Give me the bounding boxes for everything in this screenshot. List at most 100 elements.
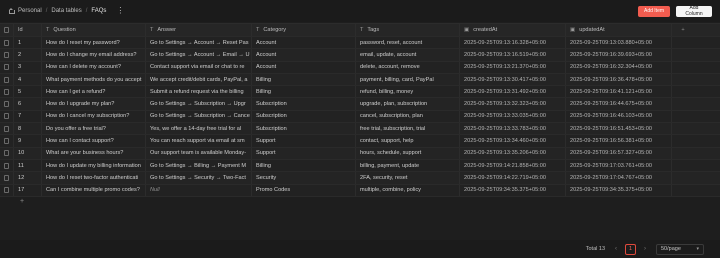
cell-updatedat[interactable]: 2025-09-25T09:16:32.304+05:00 bbox=[566, 61, 672, 73]
cell-createdat[interactable]: 2025-09-25T09:13:31.492+05:00 bbox=[460, 86, 566, 98]
cell-id[interactable]: 5 bbox=[14, 86, 42, 98]
cell-answer[interactable]: Our support team is available Monday- bbox=[146, 147, 252, 159]
cell-createdat[interactable]: 2025-09-25T09:13:33.783+05:00 bbox=[460, 123, 566, 135]
column-header-question[interactable]: T Question bbox=[42, 24, 146, 36]
cell-tags[interactable]: contact, support, help bbox=[356, 135, 460, 147]
next-page-icon[interactable]: › bbox=[644, 246, 646, 252]
cell-category[interactable]: Account bbox=[252, 61, 356, 73]
cell-updatedat[interactable]: 2025-09-25T09:16:41.121+05:00 bbox=[566, 86, 672, 98]
cell-question[interactable]: What payment methods do you accept bbox=[42, 73, 146, 86]
cell-updatedat[interactable]: 2025-09-25T09:17:04.767+05:00 bbox=[566, 172, 672, 184]
cell-category[interactable]: Billing bbox=[252, 159, 356, 172]
cell-category[interactable]: Subscription bbox=[252, 123, 356, 135]
cell-tags[interactable]: free trial, subscription, trial bbox=[356, 123, 460, 135]
cell-tags[interactable]: 2FA, security, reset bbox=[356, 172, 460, 184]
cell-question[interactable]: How do I reset two-factor authenticati bbox=[42, 172, 146, 184]
cell-id[interactable]: 17 bbox=[14, 184, 42, 196]
row-checkbox[interactable] bbox=[4, 162, 9, 169]
cell-id[interactable]: 12 bbox=[14, 172, 42, 184]
cell-tags[interactable]: delete, account, remove bbox=[356, 61, 460, 73]
column-header-tags[interactable]: T Tags bbox=[356, 24, 460, 36]
cell-question[interactable]: How can I delete my account? bbox=[42, 61, 146, 73]
cell-question[interactable]: Can I combine multiple promo codes? bbox=[42, 184, 146, 196]
page-button-current[interactable]: 1 bbox=[625, 243, 636, 255]
cell-updatedat[interactable]: 2025-09-25T09:34:35.375+05:00 bbox=[566, 184, 672, 196]
cell-createdat[interactable]: 2025-09-25T09:13:33.035+05:00 bbox=[460, 110, 566, 123]
cell-createdat[interactable]: 2025-09-25T09:13:34.460+05:00 bbox=[460, 135, 566, 147]
cell-tags[interactable]: email, update, account bbox=[356, 49, 460, 61]
table-row[interactable]: 8 Do you offer a free trial? Yes, we offer… bbox=[0, 123, 720, 136]
cell-answer[interactable]: Go to Settings → Security → Two-Fact bbox=[146, 172, 252, 184]
cell-updatedat[interactable]: 2025-09-25T09:16:51.453+05:00 bbox=[566, 123, 672, 135]
table-row[interactable]: 7 How do I cancel my subscription? Go to S… bbox=[0, 110, 720, 124]
table-row[interactable]: 1 How do I reset my password? Go to Settin… bbox=[0, 37, 720, 50]
cell-question[interactable]: How do I cancel my subscription? bbox=[42, 110, 146, 123]
cell-answer[interactable]: We accept credit/debit cards, PayPal, a bbox=[146, 73, 252, 86]
cell-answer[interactable]: Go to Settings → Subscription → Cance bbox=[146, 110, 252, 123]
cell-updatedat[interactable]: 2025-09-25T09:16:57.327+05:00 bbox=[566, 147, 672, 159]
cell-tags[interactable]: cancel, subscription, plan bbox=[356, 110, 460, 123]
cell-tags[interactable]: hours, schedule, support bbox=[356, 147, 460, 159]
column-header-id[interactable]: Id bbox=[14, 24, 42, 36]
cell-id[interactable]: 11 bbox=[14, 159, 42, 172]
cell-tags[interactable]: password, reset, account bbox=[356, 37, 460, 49]
cell-question[interactable]: How can I get a refund? bbox=[42, 86, 146, 98]
cell-id[interactable]: 8 bbox=[14, 123, 42, 135]
cell-id[interactable]: 10 bbox=[14, 147, 42, 159]
table-row[interactable]: 12 How do I reset two-factor authenticati… bbox=[0, 172, 720, 185]
cell-category[interactable]: Account bbox=[252, 49, 356, 61]
row-checkbox[interactable] bbox=[4, 113, 9, 120]
column-header-category[interactable]: T Category bbox=[252, 24, 356, 36]
cell-id[interactable]: 3 bbox=[14, 61, 42, 73]
cell-category[interactable]: Account bbox=[252, 37, 356, 49]
cell-answer[interactable]: Go to Settings → Billing → Payment M bbox=[146, 159, 252, 172]
row-checkbox[interactable] bbox=[4, 174, 9, 181]
cell-updatedat[interactable]: 2025-09-25T09:16:44.675+05:00 bbox=[566, 98, 672, 110]
cell-question[interactable]: How do I change my email address? bbox=[42, 49, 146, 61]
select-all-checkbox[interactable] bbox=[4, 27, 9, 33]
cell-createdat[interactable]: 2025-09-25T09:14:21.858+05:00 bbox=[460, 159, 566, 172]
add-column-button[interactable]: Add Column bbox=[676, 5, 712, 17]
table-row[interactable]: 2 How do I change my email address? Go to … bbox=[0, 49, 720, 62]
cell-category[interactable]: Support bbox=[252, 147, 356, 159]
cell-answer[interactable]: You can reach support via email at sm bbox=[146, 135, 252, 147]
page-size-select[interactable]: 50/page ▾ bbox=[656, 243, 704, 255]
cell-answer[interactable]: Go to Settings → Subscription → Upgr bbox=[146, 98, 252, 110]
cell-id[interactable]: 4 bbox=[14, 73, 42, 86]
cell-createdat[interactable]: 2025-09-25T09:13:16.328+05:00 bbox=[460, 37, 566, 49]
add-row-plus-icon[interactable]: + bbox=[0, 196, 720, 207]
add-column-plus-icon[interactable]: + bbox=[672, 24, 694, 36]
table-row[interactable]: 10 What are your business hours? Our suppo… bbox=[0, 147, 720, 160]
cell-createdat[interactable]: 2025-09-25T09:13:21.370+05:00 bbox=[460, 61, 566, 73]
cell-tags[interactable]: payment, billing, card, PayPal bbox=[356, 73, 460, 86]
cell-createdat[interactable]: 2025-09-25T09:13:35.206+05:00 bbox=[460, 147, 566, 159]
cell-answer[interactable]: Null bbox=[146, 184, 252, 196]
cell-answer[interactable]: Yes, we offer a 14-day free trial for al bbox=[146, 123, 252, 135]
cell-category[interactable]: Security bbox=[252, 172, 356, 184]
cell-updatedat[interactable]: 2025-09-25T09:16:46.103+05:00 bbox=[566, 110, 672, 123]
cell-updatedat[interactable]: 2025-09-25T09:13:03.880+05:00 bbox=[566, 37, 672, 49]
table-row[interactable]: 17 Can I combine multiple promo codes? Nul… bbox=[0, 184, 720, 197]
breadcrumb-data-tables[interactable]: Data tables bbox=[51, 8, 81, 14]
column-header-updatedat[interactable]: ▣ updatedAt bbox=[566, 24, 672, 36]
prev-page-icon[interactable]: ‹ bbox=[615, 246, 617, 252]
cell-id[interactable]: 1 bbox=[14, 37, 42, 49]
table-row[interactable]: 11 How do I update my billing information… bbox=[0, 159, 720, 173]
cell-answer[interactable]: Go to Settings → Account → Reset Pas bbox=[146, 37, 252, 49]
table-row[interactable]: 5 How can I get a refund? Submit a refund … bbox=[0, 86, 720, 99]
add-item-button[interactable]: Add Item bbox=[638, 5, 670, 17]
cell-updatedat[interactable]: 2025-09-25T09:16:39.693+05:00 bbox=[566, 49, 672, 61]
cell-tags[interactable]: billing, payment, update bbox=[356, 159, 460, 172]
cell-category[interactable]: Support bbox=[252, 135, 356, 147]
cell-category[interactable]: Promo Codes bbox=[252, 184, 356, 196]
table-row[interactable]: 4 What payment methods do you accept We ac… bbox=[0, 73, 720, 87]
cell-question[interactable]: What are your business hours? bbox=[42, 147, 146, 159]
row-checkbox[interactable] bbox=[4, 76, 9, 83]
cell-id[interactable]: 9 bbox=[14, 135, 42, 147]
cell-question[interactable]: How do I upgrade my plan? bbox=[42, 98, 146, 110]
table-row[interactable]: 9 How can I contact support? You can reach… bbox=[0, 135, 720, 148]
column-header-createdat[interactable]: ▣ createdAt bbox=[460, 24, 566, 36]
row-checkbox[interactable] bbox=[4, 64, 9, 71]
cell-updatedat[interactable]: 2025-09-25T09:16:56.381+05:00 bbox=[566, 135, 672, 147]
cell-question[interactable]: Do you offer a free trial? bbox=[42, 123, 146, 135]
